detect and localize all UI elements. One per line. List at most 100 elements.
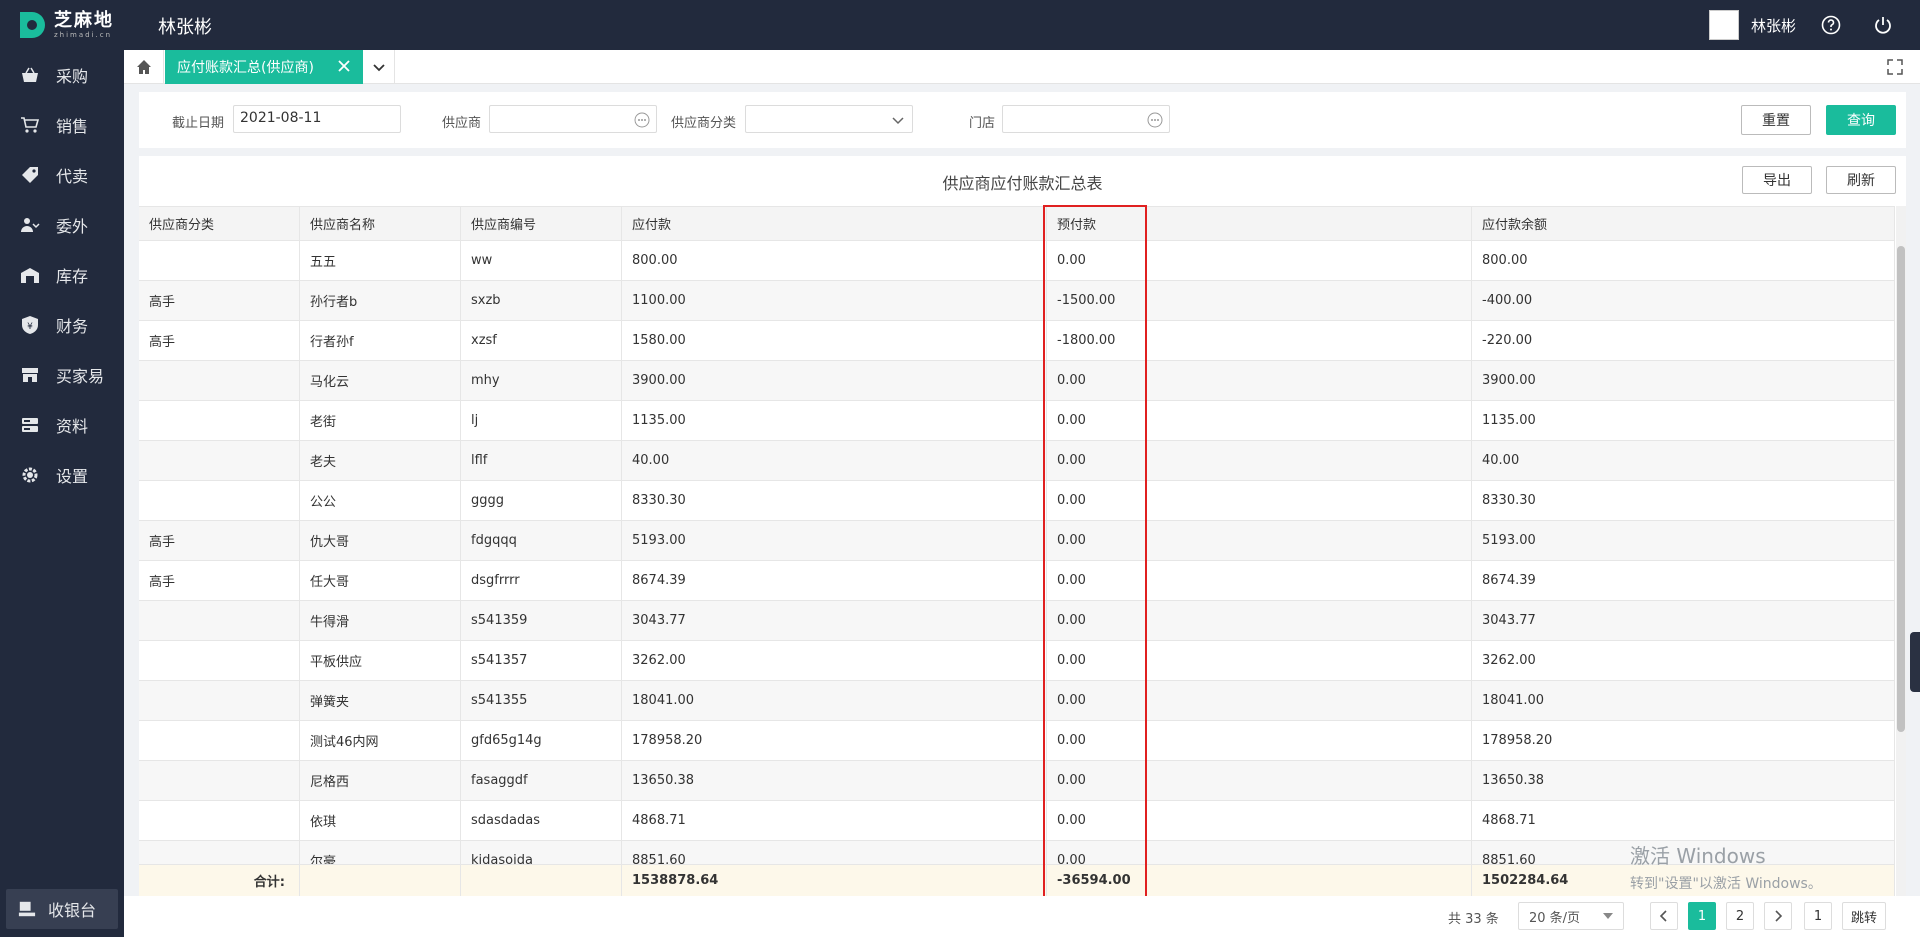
cell-balance: 8851.60	[1472, 841, 1895, 864]
cell-category	[139, 681, 300, 720]
scrollbar-thumb[interactable]	[1897, 246, 1905, 732]
sidebar-item-sales[interactable]: 销售	[0, 100, 124, 150]
cell-category	[139, 841, 300, 864]
cell-balance: 800.00	[1472, 241, 1895, 280]
cell-payable: 40.00	[622, 441, 1047, 480]
cell-category: 高手	[139, 561, 300, 600]
table-row[interactable]: 尔豪 kidasoida 8851.60 0.00 8851.60	[139, 841, 1895, 864]
cell-code: s541355	[461, 681, 622, 720]
header-name[interactable]: 供应商名称	[300, 207, 461, 240]
jump-page-input[interactable]: 1	[1804, 902, 1832, 930]
home-tab[interactable]	[124, 50, 164, 84]
table-row[interactable]: 高手 仇大哥 fdgqqq 5193.00 0.00 5193.00	[139, 521, 1895, 561]
cell-category	[139, 801, 300, 840]
table-row[interactable]: 尼格西 fasaggdf 13650.38 0.00 13650.38	[139, 761, 1895, 801]
reset-button[interactable]: 重置	[1741, 105, 1811, 135]
sidebar-item-purchase[interactable]: 采购	[0, 50, 124, 100]
fullscreen-icon[interactable]	[1886, 58, 1904, 76]
table-row[interactable]: 老夫 lflf 40.00 0.00 40.00	[139, 441, 1895, 481]
next-page-button[interactable]	[1764, 902, 1792, 930]
sidebar-item-inventory[interactable]: 库存	[0, 250, 124, 300]
total-empty	[300, 865, 461, 896]
cell-category: 高手	[139, 321, 300, 360]
table-row[interactable]: 弹簧夹 s541355 18041.00 0.00 18041.00	[139, 681, 1895, 721]
tab-bar: 应付账款汇总(供应商)	[124, 50, 1920, 84]
jump-button[interactable]: 跳转	[1842, 902, 1886, 930]
cell-name: 五五	[300, 241, 461, 280]
cell-balance: 13650.38	[1472, 761, 1895, 800]
query-button[interactable]: 查询	[1826, 105, 1896, 135]
sidebar-item-consign[interactable]: 代卖	[0, 150, 124, 200]
power-icon[interactable]	[1866, 8, 1900, 42]
header-code[interactable]: 供应商编号	[461, 207, 622, 240]
store-title: 林张彬	[158, 17, 212, 38]
header-balance[interactable]: 应付款余额	[1472, 207, 1895, 240]
cell-code: sxzb	[461, 281, 622, 320]
sidebar-item-finance[interactable]: ¥ 财务	[0, 300, 124, 350]
cell-balance: -220.00	[1472, 321, 1895, 360]
sidebar-item-data[interactable]: 资料	[0, 400, 124, 450]
header-payable[interactable]: 应付款	[622, 207, 1047, 240]
help-icon[interactable]	[1814, 8, 1848, 42]
avatar[interactable]	[1708, 10, 1739, 40]
table-row[interactable]: 高手 行者孙f xzsf 1580.00 -1800.00 -220.00	[139, 321, 1895, 361]
more-icon[interactable]	[1147, 112, 1163, 128]
cell-category	[139, 641, 300, 680]
table-row[interactable]: 公公 gggg 8330.30 0.00 8330.30	[139, 481, 1895, 521]
tab-payable-summary[interactable]: 应付账款汇总(供应商)	[165, 50, 363, 84]
table-row[interactable]: 高手 任大哥 dsgfrrrr 8674.39 0.00 8674.39	[139, 561, 1895, 601]
header-category[interactable]: 供应商分类	[139, 207, 300, 240]
sidebar-item-outsource[interactable]: 委外	[0, 200, 124, 250]
export-button[interactable]: 导出	[1742, 166, 1812, 194]
total-empty	[461, 865, 622, 896]
page-2[interactable]: 2	[1726, 902, 1754, 930]
table-scrollbar[interactable]	[1896, 206, 1906, 896]
username[interactable]: 林张彬	[1751, 15, 1796, 36]
cell-balance: 3900.00	[1472, 361, 1895, 400]
table-row[interactable]: 五五 ww 800.00 0.00 800.00	[139, 241, 1895, 281]
people-icon	[21, 218, 40, 232]
tab-dropdown[interactable]	[363, 50, 395, 84]
cell-payable: 3043.77	[622, 601, 1047, 640]
cell-code: xzsf	[461, 321, 622, 360]
warehouse-icon	[21, 268, 39, 283]
close-icon[interactable]	[335, 57, 353, 75]
tab-label: 应付账款汇总(供应商)	[177, 60, 314, 76]
cell-balance: -400.00	[1472, 281, 1895, 320]
cell-payable: 800.00	[622, 241, 1047, 280]
cell-name: 尼格西	[300, 761, 461, 800]
cell-payable: 13650.38	[622, 761, 1047, 800]
table-row[interactable]: 牛得滑 s541359 3043.77 0.00 3043.77	[139, 601, 1895, 641]
page-size-select[interactable]: 20 条/页	[1518, 902, 1624, 930]
cell-balance: 5193.00	[1472, 521, 1895, 560]
cell-payable: 1135.00	[622, 401, 1047, 440]
supplier-input[interactable]	[489, 105, 657, 133]
cell-balance: 3043.77	[1472, 601, 1895, 640]
table-row[interactable]: 测试46内网 gfd65g14g 178958.20 0.00 178958.20	[139, 721, 1895, 761]
cell-payable: 4868.71	[622, 801, 1047, 840]
table-row[interactable]: 马化云 mhy 3900.00 0.00 3900.00	[139, 361, 1895, 401]
cell-code: gfd65g14g	[461, 721, 622, 760]
store-input[interactable]	[1002, 105, 1170, 133]
total-balance: 1502284.64	[1472, 865, 1895, 896]
sidebar-item-buyer[interactable]: 买家易	[0, 350, 124, 400]
date-input[interactable]: 2021-08-11	[233, 105, 401, 133]
more-icon[interactable]	[634, 112, 650, 128]
cell-balance: 8674.39	[1472, 561, 1895, 600]
category-select[interactable]	[745, 105, 913, 133]
table-row[interactable]: 依琪 sdasdadas 4868.71 0.00 4868.71	[139, 801, 1895, 841]
sidebar-item-settings[interactable]: 设置	[0, 450, 124, 500]
prev-page-button[interactable]	[1650, 902, 1678, 930]
table-row[interactable]: 平板供应 s541357 3262.00 0.00 3262.00	[139, 641, 1895, 681]
table-row[interactable]: 老街 lj 1135.00 0.00 1135.00	[139, 401, 1895, 441]
category-label: 供应商分类	[671, 116, 737, 131]
cell-category	[139, 401, 300, 440]
cell-name: 老街	[300, 401, 461, 440]
sidebar-item-label: 代卖	[56, 167, 89, 186]
refresh-button[interactable]: 刷新	[1826, 166, 1896, 194]
side-drawer-handle[interactable]	[1910, 632, 1920, 692]
page-1[interactable]: 1	[1688, 902, 1716, 930]
table-row[interactable]: 高手 孙行者b sxzb 1100.00 -1500.00 -400.00	[139, 281, 1895, 321]
cashier-button[interactable]: 收银台	[6, 889, 118, 929]
sidebar-item-label: 财务	[56, 317, 89, 336]
